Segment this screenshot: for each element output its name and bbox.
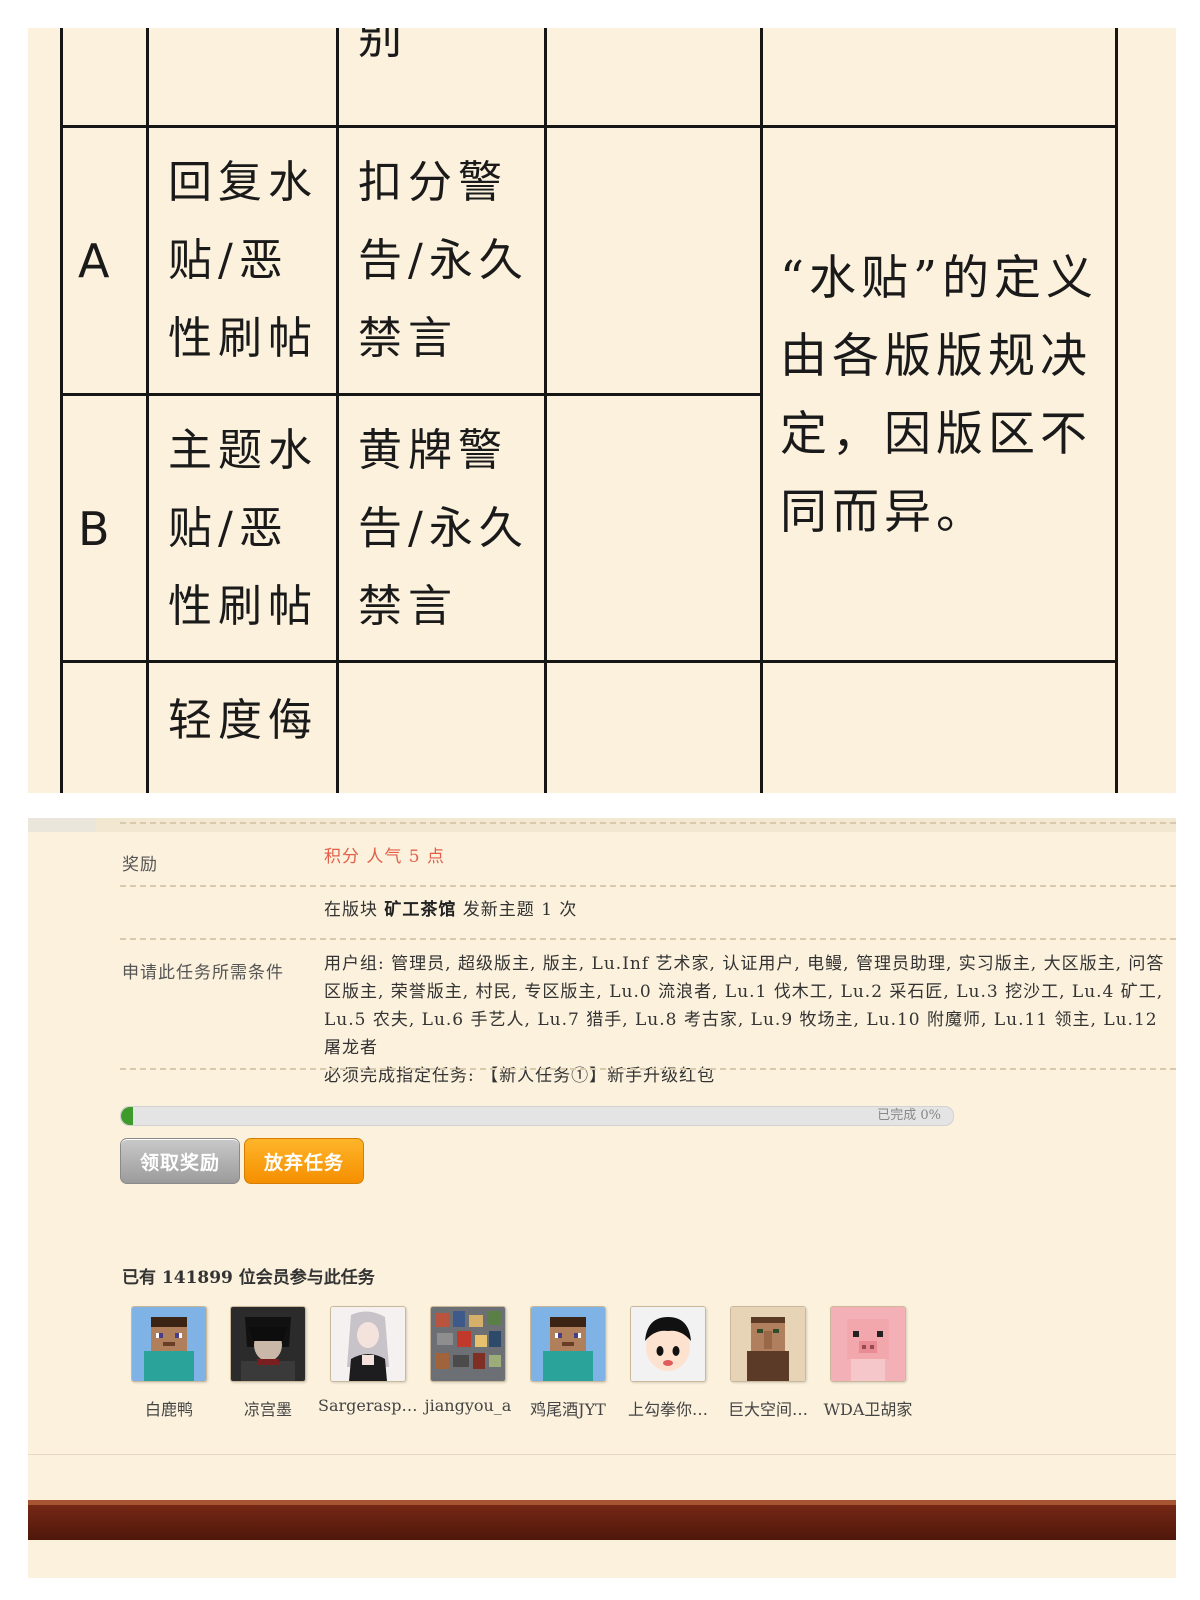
cropped-text-strip <box>28 818 1176 832</box>
required-prerequisite-task: 必须完成指定任务: 【新人任务①】新手升级红包 <box>324 1066 716 1086</box>
table-column-divider <box>544 28 547 793</box>
section-divider <box>120 938 1176 940</box>
member-item[interactable]: 白鹿鸭 <box>119 1306 219 1420</box>
section-divider <box>120 885 1176 887</box>
requirements-label: 申请此任务所需条件 <box>122 963 284 983</box>
abandon-task-button[interactable]: 放弃任务 <box>244 1138 364 1184</box>
rules-table: 别 A 回复水 贴/恶 性刷帖 扣分警 告/永久 禁言 B 主题水 贴/恶 性刷… <box>28 28 1176 793</box>
required-user-groups: 用户组: 管理员, 超级版主, 版主, Lu.Inf 艺术家, 认证用户, 电鳗… <box>324 954 1165 1058</box>
steve-avatar-icon[interactable] <box>131 1306 207 1382</box>
member-name[interactable]: 巨大空间… <box>718 1396 818 1420</box>
grade-label-b: B <box>78 502 110 556</box>
anime-girl-avatar-icon[interactable] <box>330 1306 406 1382</box>
cropped-avatar-chip <box>28 818 96 832</box>
member-name[interactable]: 白鹿鸭 <box>119 1396 219 1420</box>
behavior-cell-a: 回复水 贴/恶 性刷帖 <box>168 157 318 364</box>
claim-reward-button[interactable]: 领取奖励 <box>120 1138 240 1184</box>
member-item[interactable]: Sargerasplus <box>318 1306 418 1415</box>
table-row-divider <box>60 393 763 396</box>
footer-highlight <box>28 1500 1176 1505</box>
dark-character-avatar-icon[interactable] <box>230 1306 306 1382</box>
member-item[interactable]: WDA卫胡家 <box>818 1306 918 1420</box>
member-item[interactable]: jiangyou_a <box>418 1306 518 1415</box>
grade-label-a: A <box>78 234 110 288</box>
member-name[interactable]: Sargerasplus <box>318 1396 418 1415</box>
task-detail-panel: 奖励 积分 人气 5 点 在版块 矿工茶馆 发新主题 1 次 申请此任务所需条件… <box>28 818 1176 1578</box>
villager-avatar-icon[interactable] <box>730 1306 806 1382</box>
pig-avatar-icon[interactable] <box>830 1306 906 1382</box>
member-item[interactable]: 上勾拳你… <box>618 1306 718 1420</box>
table-column-divider <box>760 28 763 793</box>
water-post-definition-note: “水贴”的定义 由各版版规决 定，因版区不 同而异。 <box>780 251 1099 540</box>
steve-avatar-icon[interactable] <box>530 1306 606 1382</box>
participants-count: 已有 141899 位会员参与此任务 <box>122 1268 375 1288</box>
footer-divider <box>28 1454 1176 1455</box>
member-item[interactable]: 巨大空间… <box>718 1306 818 1420</box>
table-column-divider <box>1115 28 1118 793</box>
member-name[interactable]: 上勾拳你… <box>618 1396 718 1420</box>
member-name[interactable]: 鸡尾酒JYT <box>518 1396 618 1420</box>
member-name[interactable]: WDA卫胡家 <box>818 1396 918 1420</box>
condition-prefix: 在版块 <box>324 900 385 920</box>
member-name[interactable]: 凉宫墨 <box>218 1396 318 1420</box>
table-column-divider <box>336 28 339 793</box>
penalty-cell-a: 扣分警 告/永久 禁言 <box>358 157 529 364</box>
table-row-divider <box>60 125 1118 128</box>
member-item[interactable]: 鸡尾酒JYT <box>518 1306 618 1420</box>
behavior-cell-b: 主题水 贴/恶 性刷帖 <box>168 425 318 632</box>
reward-label: 奖励 <box>122 855 158 875</box>
table-column-divider <box>60 28 63 793</box>
task-progress-bar: 已完成 0% <box>120 1106 954 1126</box>
task-condition: 在版块 矿工茶馆 发新主题 1 次 <box>324 896 1166 924</box>
table-row-divider <box>60 660 1118 663</box>
cartoon-face-avatar-icon[interactable] <box>630 1306 706 1382</box>
progress-fill <box>121 1107 133 1125</box>
cell-partial-text: 别 <box>358 28 408 64</box>
behavior-cell-c: 轻度侮 <box>168 695 318 746</box>
progress-text: 已完成 0% <box>877 1108 941 1123</box>
reward-value: 积分 人气 5 点 <box>324 847 446 867</box>
member-name[interactable]: jiangyou_a <box>418 1396 518 1415</box>
table-column-divider <box>146 28 149 793</box>
section-divider <box>120 822 1176 824</box>
condition-suffix: 发新主题 1 次 <box>456 900 578 920</box>
member-item[interactable]: 凉宫墨 <box>218 1306 318 1420</box>
site-footer-bar <box>28 1500 1176 1540</box>
board-link[interactable]: 矿工茶馆 <box>384 900 456 920</box>
pixel-collage-avatar-icon[interactable] <box>430 1306 506 1382</box>
section-divider <box>120 1068 1176 1070</box>
penalty-cell-b: 黄牌警 告/永久 禁言 <box>358 425 529 632</box>
